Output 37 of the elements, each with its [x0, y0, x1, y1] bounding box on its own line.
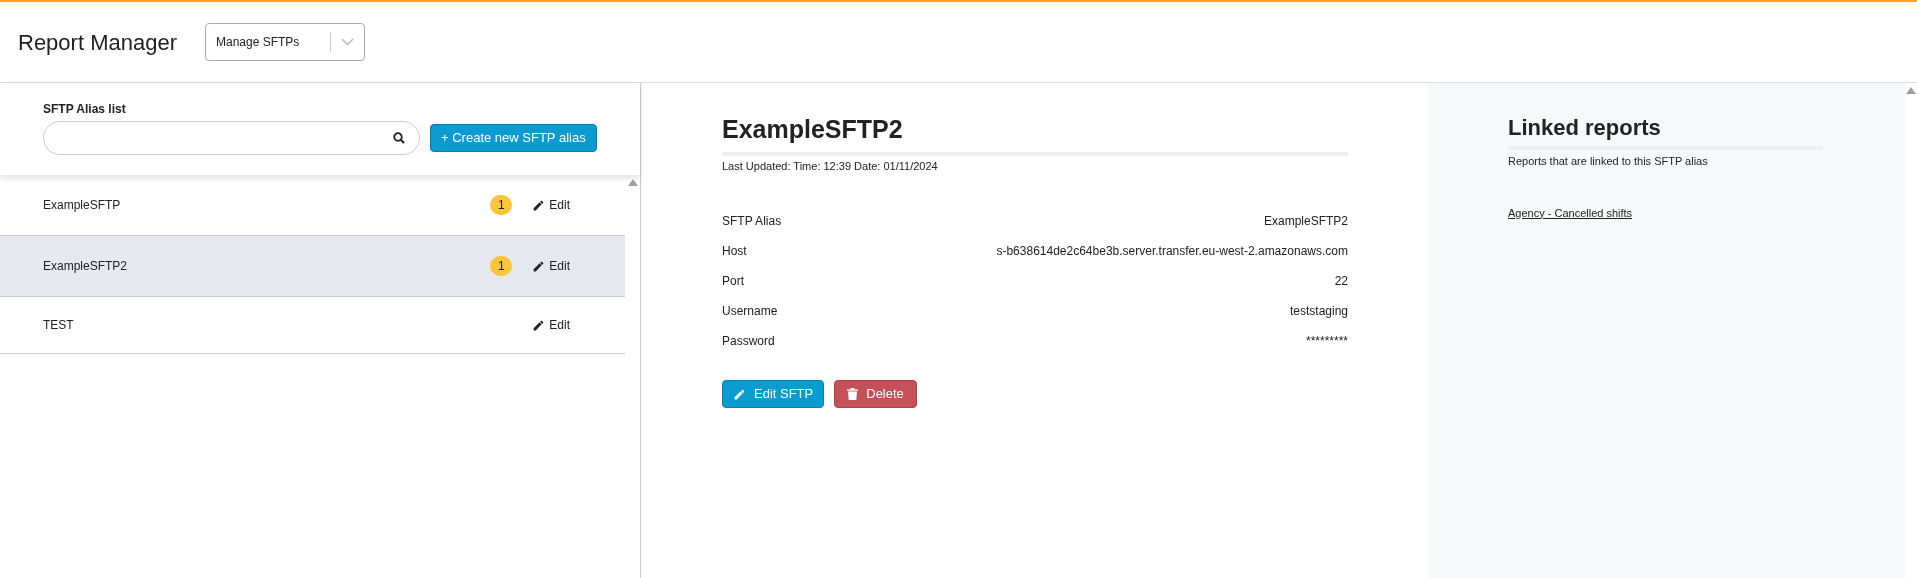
scroll-up-icon[interactable]	[627, 179, 638, 186]
edit-link[interactable]: Edit	[532, 196, 570, 214]
alias-row[interactable]: ExampleSFTP2 1 Edit	[0, 236, 625, 297]
last-updated-text: Last Updated: Time: 12:39 Date: 01/11/2024	[722, 158, 939, 174]
sftp-title: ExampleSFTP2	[722, 111, 1348, 156]
field-label: Port	[722, 273, 744, 290]
pencil-icon	[532, 259, 546, 273]
chevron-down-icon	[341, 38, 354, 46]
pencil-icon	[532, 318, 546, 332]
scroll-up-icon[interactable]	[1906, 87, 1916, 94]
trash-icon	[847, 388, 859, 400]
field-value: teststaging	[1289, 303, 1348, 320]
field-value: s-b638614de2c64be3b.server.transfer.eu-west-2.amazonaws.com	[996, 243, 1348, 260]
pencil-icon	[733, 387, 746, 401]
linked-reports-title: Linked reports	[1508, 111, 1823, 150]
report-link[interactable]: Agency - Cancelled shifts	[1508, 204, 1633, 221]
pencil-icon	[532, 198, 546, 212]
edit-link[interactable]: Edit	[532, 316, 570, 334]
search-icon	[393, 132, 405, 144]
field-label: Username	[722, 303, 778, 320]
field-value: 22	[1334, 273, 1348, 290]
edit-link[interactable]: Edit	[532, 257, 570, 275]
alias-name: ExampleSFTP	[43, 197, 122, 214]
field-value: ExampleSFTP2	[1263, 213, 1348, 230]
field-label: Password	[722, 333, 775, 350]
field-label: Host	[722, 243, 747, 260]
field-label: SFTP Alias	[722, 213, 782, 230]
list-heading: SFTP Alias list	[43, 101, 127, 118]
alias-name: TEST	[43, 317, 75, 334]
alias-name: ExampleSFTP2	[43, 258, 129, 275]
delete-button[interactable]: Delete	[834, 380, 917, 408]
field-value: *********	[1305, 333, 1348, 350]
report-count-badge: 1	[490, 195, 513, 215]
page-title: Report Manager	[18, 28, 177, 57]
view-dropdown[interactable]: Manage SFTPs	[205, 23, 365, 61]
linked-reports-subtitle: Reports that are linked to this SFTP alias	[1508, 154, 1709, 169]
report-count-badge: 1	[490, 256, 513, 276]
